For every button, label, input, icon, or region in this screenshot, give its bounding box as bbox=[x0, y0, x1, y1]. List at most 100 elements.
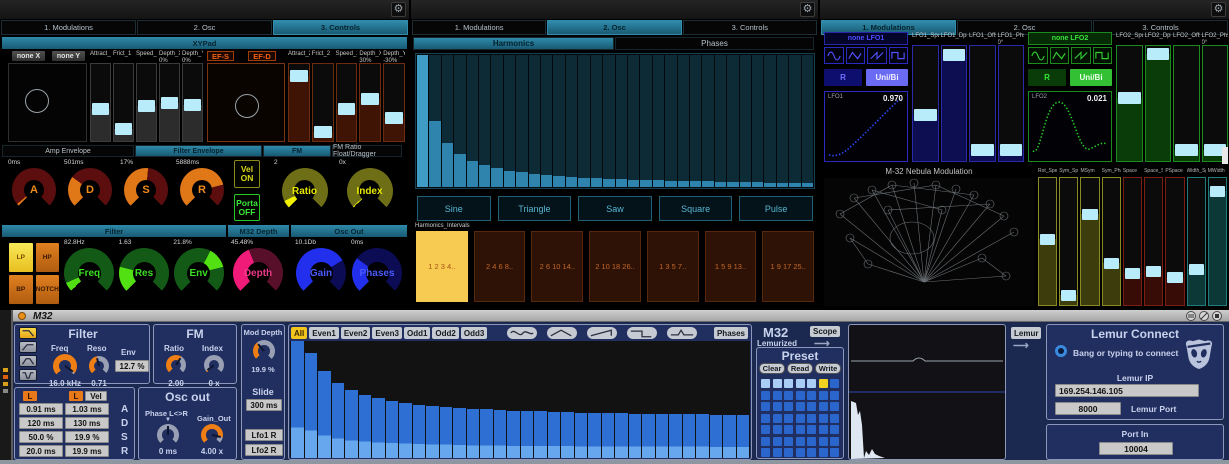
pulse-wave-icon[interactable] bbox=[667, 327, 697, 339]
fader-track[interactable] bbox=[1116, 45, 1143, 162]
filter-type-notch[interactable]: NOTCH bbox=[36, 275, 60, 304]
preset-slot[interactable] bbox=[796, 402, 805, 411]
fader-handle[interactable] bbox=[1167, 272, 1182, 283]
gear-icon[interactable]: ⚙ bbox=[1211, 2, 1226, 17]
index-knob[interactable]: 0xIndex bbox=[337, 159, 402, 223]
harmonic-bar[interactable] bbox=[529, 55, 540, 187]
harmonic-bar[interactable] bbox=[291, 341, 304, 458]
fader-Rot_Speed[interactable]: Rot_Speed bbox=[1038, 167, 1057, 306]
preset-slot[interactable] bbox=[807, 391, 816, 400]
fader-handle[interactable] bbox=[184, 99, 201, 111]
fader-handle[interactable] bbox=[1040, 234, 1055, 245]
fader-track[interactable] bbox=[1145, 45, 1172, 162]
harmonic-bar[interactable] bbox=[479, 55, 490, 187]
preset-slot[interactable] bbox=[761, 379, 770, 388]
depth-knob[interactable]: 45.48%Depth bbox=[229, 239, 287, 307]
preset-slot[interactable] bbox=[819, 402, 828, 411]
fader-track[interactable] bbox=[1059, 177, 1078, 306]
tab-phases[interactable]: Phases bbox=[615, 37, 814, 50]
harmonic-bar[interactable] bbox=[467, 409, 480, 458]
harmonic-bar[interactable] bbox=[507, 411, 520, 458]
tab-2-osc[interactable]: 2. Osc bbox=[137, 20, 272, 35]
adsr-value-box[interactable]: 0.91 ms bbox=[19, 403, 63, 415]
fader-track[interactable] bbox=[1208, 177, 1227, 306]
a-knob[interactable]: 0msA bbox=[6, 159, 62, 223]
freq-knob[interactable] bbox=[53, 354, 77, 378]
harmonic-bar[interactable] bbox=[802, 55, 813, 187]
harmonic-bar[interactable] bbox=[494, 410, 507, 458]
gainout-value[interactable]: 4.00 x bbox=[195, 447, 229, 456]
harmonic-bar[interactable] bbox=[467, 55, 478, 187]
fader-LFO1_Dph[interactable]: LFO1_Dph bbox=[941, 32, 968, 162]
harm-filter-even3[interactable]: Even3 bbox=[372, 327, 402, 339]
fader-Sym_Speed[interactable]: Sym_Speed bbox=[1059, 167, 1078, 306]
tab-2-osc[interactable]: 2. Osc bbox=[547, 20, 681, 35]
fader-track[interactable] bbox=[136, 63, 157, 142]
index-knob[interactable] bbox=[204, 355, 224, 375]
harmonic-bar[interactable] bbox=[683, 414, 696, 458]
fader-handle[interactable] bbox=[338, 103, 356, 115]
phase-knob[interactable] bbox=[157, 424, 179, 446]
xy-pad-2[interactable] bbox=[207, 63, 285, 142]
harmonic-bar[interactable] bbox=[591, 55, 602, 187]
interval-box[interactable]: 2 10 18 26.. bbox=[589, 231, 641, 302]
fader-Space[interactable]: Space bbox=[1123, 167, 1142, 306]
harmonic-bar[interactable] bbox=[440, 407, 453, 458]
harmonic-bar[interactable] bbox=[426, 406, 439, 458]
fader-Width_Speed[interactable]: Width_Speed bbox=[1187, 167, 1206, 306]
fader-handle[interactable] bbox=[1147, 48, 1170, 60]
tab-fm[interactable]: FM bbox=[263, 145, 331, 157]
preset-slot[interactable] bbox=[773, 437, 782, 446]
fader-LFO2_Offs[interactable]: LFO2_Offs bbox=[1173, 32, 1200, 162]
fader-track[interactable] bbox=[312, 63, 334, 142]
lfo1-unibi-button[interactable]: Uni/Bi bbox=[866, 69, 908, 86]
adsr-value-box[interactable]: 19.9 ms bbox=[65, 445, 109, 457]
adsr-value-box[interactable]: 130 ms bbox=[65, 417, 109, 429]
fader-handle[interactable] bbox=[1000, 144, 1023, 156]
harmonic-bar[interactable] bbox=[642, 414, 655, 458]
preset-slot[interactable] bbox=[773, 448, 782, 457]
fader-handle[interactable] bbox=[1125, 268, 1140, 279]
fader-Depth_Y1[interactable]: Depth_Y10% bbox=[182, 50, 203, 142]
lfo1-source-button[interactable]: none LFO1 bbox=[824, 32, 908, 45]
harmonic-bar[interactable] bbox=[669, 414, 682, 458]
preset-slot[interactable] bbox=[796, 448, 805, 457]
wave-sine-button[interactable]: Sine bbox=[417, 196, 491, 221]
harmonic-bar[interactable] bbox=[752, 55, 763, 187]
tab-fm-ratio-float-dragger[interactable]: FM Ratio Float/Dragger bbox=[332, 145, 402, 157]
preset-slot[interactable] bbox=[796, 414, 805, 423]
harmonic-bar[interactable] bbox=[359, 395, 372, 458]
device-on-icon[interactable] bbox=[18, 312, 26, 320]
lfo2-r-button[interactable]: Lfo2 R bbox=[245, 444, 283, 456]
preset-slot[interactable] bbox=[830, 414, 839, 423]
fader-handle[interactable] bbox=[138, 100, 155, 112]
harmonic-bar[interactable] bbox=[442, 55, 453, 187]
preset-slot[interactable] bbox=[830, 402, 839, 411]
sine-icon[interactable] bbox=[1028, 47, 1048, 64]
harm-filter-even1[interactable]: Even1 bbox=[309, 327, 339, 339]
saw-icon[interactable] bbox=[1071, 47, 1091, 64]
gear-icon[interactable]: ⚙ bbox=[800, 2, 815, 17]
device-titlebar[interactable]: M32 bbox=[13, 310, 1229, 322]
ratio-knob[interactable] bbox=[166, 355, 186, 375]
preset-slot[interactable] bbox=[807, 414, 816, 423]
preset-slot[interactable] bbox=[773, 402, 782, 411]
harmonic-bar[interactable] bbox=[789, 55, 800, 187]
preset-slot[interactable] bbox=[773, 391, 782, 400]
fader-handle[interactable] bbox=[1061, 290, 1076, 301]
saw-icon[interactable] bbox=[867, 47, 887, 64]
triangle-icon[interactable] bbox=[1050, 47, 1070, 64]
filter-shape-bandpass-icon[interactable] bbox=[19, 355, 37, 367]
filter-shape-highpass-icon[interactable] bbox=[19, 341, 37, 353]
lfo2-unibi-button[interactable]: Uni/Bi bbox=[1070, 69, 1112, 86]
fader-handle[interactable] bbox=[161, 97, 178, 109]
filter-type-bp[interactable]: BP bbox=[9, 275, 33, 304]
sine-wave-icon[interactable] bbox=[507, 327, 537, 339]
wave-saw-button[interactable]: Saw bbox=[578, 196, 652, 221]
harm-filter-even2[interactable]: Even2 bbox=[341, 327, 371, 339]
slide-value-box[interactable]: 300 ms bbox=[246, 399, 282, 411]
harmonic-bar[interactable] bbox=[737, 415, 750, 458]
fader-LFO1_Phs[interactable]: LFO1_Phs0° bbox=[998, 32, 1025, 162]
preset-slot[interactable] bbox=[761, 402, 770, 411]
preset-slot[interactable] bbox=[784, 379, 793, 388]
